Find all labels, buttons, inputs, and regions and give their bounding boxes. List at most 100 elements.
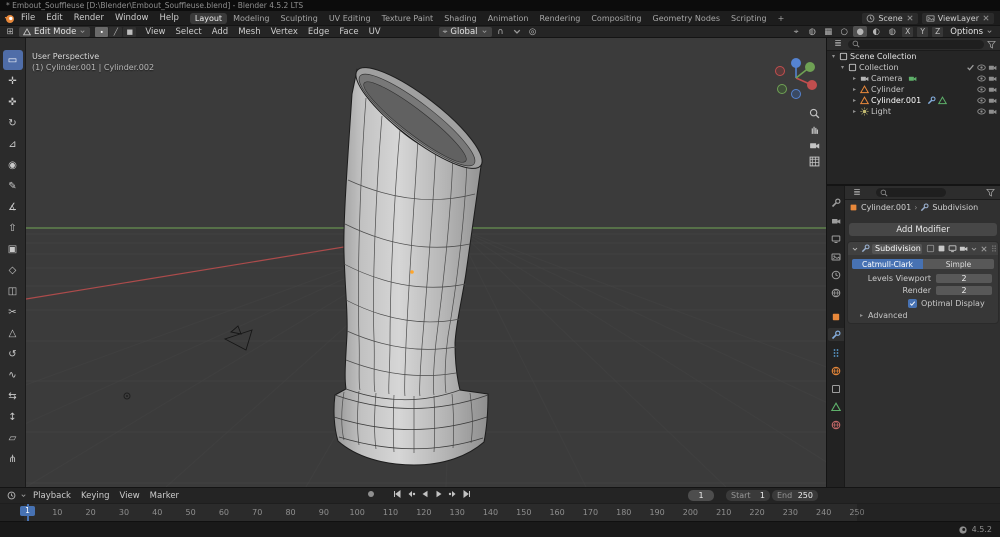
timeline-editor-icon[interactable] bbox=[4, 490, 18, 501]
menu-edit[interactable]: Edit bbox=[41, 12, 67, 24]
menu-edge[interactable]: Edge bbox=[304, 27, 333, 37]
gizmo-z-axis[interactable] bbox=[791, 58, 801, 68]
navigation-gizmo[interactable] bbox=[768, 50, 824, 106]
outliner-row-collection[interactable]: ▾ Collection bbox=[827, 62, 1000, 73]
catmull-clark-button[interactable]: Catmull-Clark bbox=[852, 259, 923, 269]
workspace-tab-layout[interactable]: Layout bbox=[189, 12, 228, 24]
timeline-ruler[interactable]: 10 20 30 40 50 60 70 80 90 100 110 120 130 140 150 160 1… bbox=[0, 503, 1000, 522]
modifier-extras-icon[interactable] bbox=[970, 245, 978, 253]
outliner-row-light[interactable]: ▸ Light bbox=[827, 106, 1000, 117]
menu-file[interactable]: File bbox=[16, 12, 40, 24]
properties-tab-world[interactable] bbox=[828, 286, 844, 299]
outliner-row-scene-collection[interactable]: ▾ Scene Collection bbox=[827, 51, 1000, 62]
proportional-editing-icon[interactable]: ◎ bbox=[526, 26, 540, 37]
disclosure-icon[interactable]: ▾ bbox=[839, 64, 846, 71]
prev-keyframe-button[interactable] bbox=[406, 489, 416, 499]
tool-shrink-flatten-button[interactable]: ↕ bbox=[3, 407, 23, 427]
mirror-x-toggle[interactable]: X bbox=[902, 26, 914, 37]
shading-wireframe-icon[interactable]: ○ bbox=[837, 26, 851, 37]
visibility-eye-icon[interactable] bbox=[977, 107, 986, 116]
edge-select-button[interactable]: ╱ bbox=[109, 26, 123, 37]
tool-scale-button[interactable]: ⊿ bbox=[3, 134, 23, 154]
zoom-icon[interactable] bbox=[809, 108, 820, 119]
auto-keying-icon[interactable] bbox=[366, 489, 376, 499]
visibility-eye-icon[interactable] bbox=[977, 63, 986, 72]
snap-magnet-icon[interactable]: ∩ bbox=[494, 26, 508, 37]
jump-to-end-button[interactable] bbox=[462, 489, 472, 499]
tool-inset-faces-button[interactable]: ▣ bbox=[3, 239, 23, 259]
chevron-down-icon[interactable] bbox=[20, 492, 27, 499]
tool-cursor-button[interactable]: ✛ bbox=[3, 71, 23, 91]
face-select-button[interactable]: ■ bbox=[123, 26, 137, 37]
properties-tab-scene[interactable] bbox=[828, 268, 844, 281]
display-render-icon[interactable] bbox=[959, 244, 968, 253]
workspace-tab-rendering[interactable]: Rendering bbox=[534, 13, 585, 24]
workspace-tab-sculpting[interactable]: Sculpting bbox=[275, 13, 322, 24]
menu-select[interactable]: Select bbox=[172, 27, 206, 37]
outliner-editor-icon[interactable]: ≣ bbox=[831, 39, 845, 50]
tool-select-box-button[interactable]: ▭ bbox=[2, 50, 23, 70]
render-visibility-icon[interactable] bbox=[988, 107, 997, 116]
gizmo-y-axis[interactable] bbox=[805, 62, 815, 72]
blender-logo-icon[interactable] bbox=[4, 13, 15, 24]
show-overlays-icon[interactable]: ◍ bbox=[805, 26, 819, 37]
current-frame-field[interactable]: 1 bbox=[688, 489, 714, 501]
tool-rotate-button[interactable]: ↻ bbox=[3, 113, 23, 133]
properties-tab-object[interactable] bbox=[828, 310, 844, 323]
tool-bevel-button[interactable]: ◇ bbox=[3, 260, 23, 280]
properties-tab-physics[interactable] bbox=[828, 364, 844, 377]
display-edit-mode-icon[interactable] bbox=[937, 244, 946, 253]
workspace-tab-scripting[interactable]: Scripting bbox=[726, 13, 772, 24]
frame-end-field[interactable]: End 250 bbox=[772, 489, 818, 501]
visibility-eye-icon[interactable] bbox=[977, 85, 986, 94]
collection-checkbox-icon[interactable] bbox=[966, 63, 975, 72]
disclosure-icon[interactable]: ▾ bbox=[830, 53, 837, 60]
display-realtime-icon[interactable] bbox=[948, 244, 957, 253]
render-levels-field[interactable]: 2 bbox=[936, 286, 992, 295]
shading-material-icon[interactable]: ◐ bbox=[869, 26, 883, 37]
frame-start-field[interactable]: Start 1 bbox=[726, 489, 770, 501]
disclosure-icon[interactable]: ▸ bbox=[851, 75, 858, 82]
menu-mesh[interactable]: Mesh bbox=[234, 27, 264, 37]
menu-keying[interactable]: Keying bbox=[77, 491, 114, 501]
display-on-cage-icon[interactable] bbox=[926, 244, 935, 253]
expand-chevron-icon[interactable] bbox=[851, 245, 859, 253]
mirror-y-toggle[interactable]: Y bbox=[917, 26, 929, 37]
render-visibility-icon[interactable] bbox=[988, 96, 997, 105]
properties-tab-particles[interactable] bbox=[828, 346, 844, 359]
properties-tab-modifiers[interactable] bbox=[827, 328, 844, 341]
workspace-tab-compositing[interactable]: Compositing bbox=[586, 13, 646, 24]
properties-tab-tool[interactable] bbox=[828, 196, 844, 209]
tool-knife-button[interactable]: ✂ bbox=[3, 302, 23, 322]
outliner-search-field[interactable] bbox=[848, 39, 984, 49]
visibility-eye-icon[interactable] bbox=[977, 74, 986, 83]
transform-orientation-dropdown[interactable]: ⌖ Global bbox=[438, 26, 492, 37]
tool-poly-build-button[interactable]: △ bbox=[3, 323, 23, 343]
visibility-eye-icon[interactable] bbox=[977, 96, 986, 105]
properties-editor-icon[interactable]: ≣ bbox=[850, 187, 864, 198]
tool-extrude-region-button[interactable]: ⇧ bbox=[3, 218, 23, 238]
workspace-tab-geometry-nodes[interactable]: Geometry Nodes bbox=[648, 13, 725, 24]
viewport-canvas[interactable]: User Perspective (1) Cylinder.001 | Cyli… bbox=[26, 38, 826, 487]
workspace-tab-animation[interactable]: Animation bbox=[483, 13, 534, 24]
properties-search-field[interactable] bbox=[876, 188, 946, 197]
tool-smooth-button[interactable]: ∿ bbox=[3, 365, 23, 385]
disclosure-icon[interactable]: ▸ bbox=[851, 86, 858, 93]
outliner-row-cylinder[interactable]: ▸ Cylinder bbox=[827, 84, 1000, 95]
menu-help[interactable]: Help bbox=[154, 12, 183, 24]
mirror-z-toggle[interactable]: Z bbox=[932, 26, 944, 37]
modifier-panel-header[interactable]: Subdivision bbox=[848, 242, 998, 255]
gizmo-z-neg-axis[interactable] bbox=[791, 89, 801, 99]
viewlayer-unlink-icon[interactable] bbox=[982, 14, 990, 22]
properties-tab-material[interactable] bbox=[828, 418, 844, 431]
gizmo-y-neg-axis[interactable] bbox=[777, 84, 787, 94]
add-modifier-button[interactable]: Add Modifier bbox=[849, 223, 997, 236]
scene-selector[interactable]: Scene bbox=[862, 12, 918, 24]
tool-annotate-button[interactable]: ✎ bbox=[3, 176, 23, 196]
camera-view-icon[interactable] bbox=[809, 140, 820, 151]
menu-timeline-view[interactable]: View bbox=[116, 491, 144, 501]
xray-toggle-icon[interactable]: ▦ bbox=[821, 26, 835, 37]
tool-measure-button[interactable]: ∡ bbox=[3, 197, 23, 217]
editor-type-button[interactable]: ⊞ bbox=[3, 26, 17, 37]
levels-viewport-field[interactable]: 2 bbox=[936, 274, 992, 283]
